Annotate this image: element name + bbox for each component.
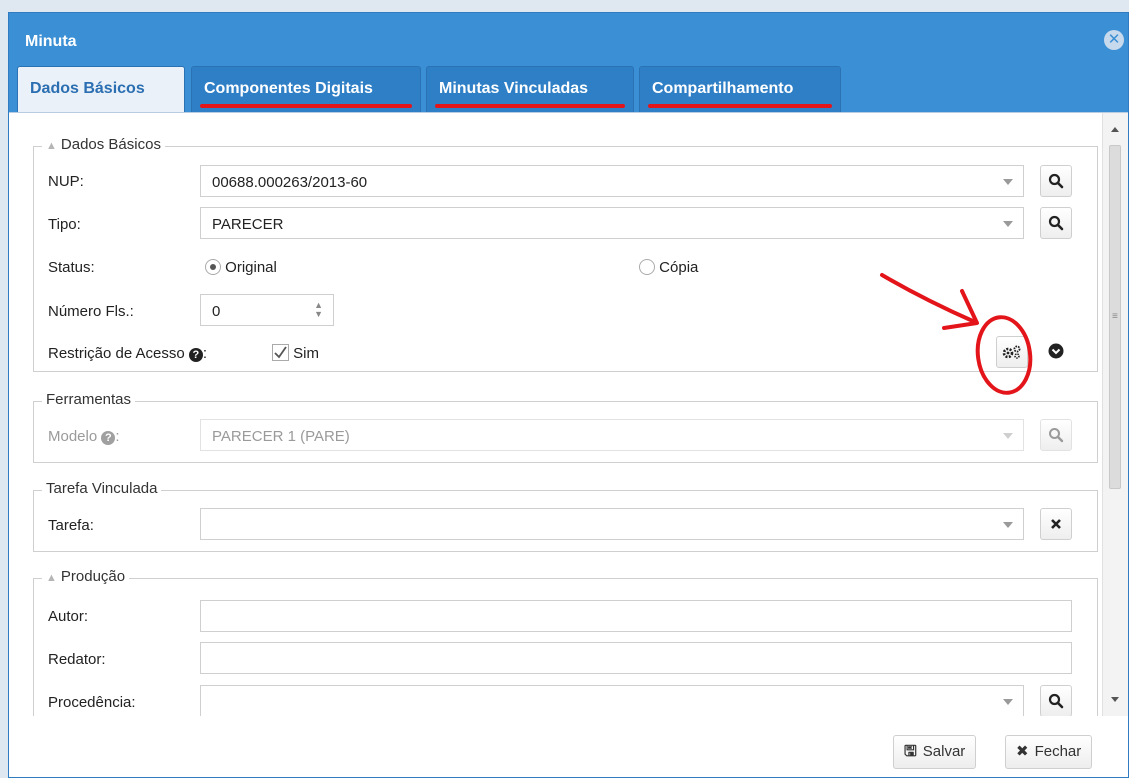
chevron-down-icon[interactable] xyxy=(1003,179,1013,185)
legend-text: Dados Básicos xyxy=(60,136,161,153)
search-icon xyxy=(1048,693,1064,709)
fieldset-producao: ▲ Produção Autor: Redator: Procedência: xyxy=(33,568,1098,716)
tab-label: Componentes Digitais xyxy=(204,80,373,97)
tab-minutas-vinculadas[interactable]: Minutas Vinculadas xyxy=(426,66,634,112)
save-label: Salvar xyxy=(922,743,966,760)
annotation-underline xyxy=(435,104,625,108)
scroll-up-arrow-icon[interactable] xyxy=(1111,127,1119,132)
modelo-value: PARECER 1 (PARE) xyxy=(212,428,350,445)
save-button[interactable]: 🖫 Salvar xyxy=(893,735,977,769)
gears-icon xyxy=(1002,345,1021,359)
tarefa-combobox[interactable] xyxy=(200,508,1024,540)
redator-label: Redator: xyxy=(48,651,106,668)
nup-value: 00688.000263/2013-60 xyxy=(212,174,368,191)
tab-componentes-digitais[interactable]: Componentes Digitais xyxy=(191,66,421,112)
nup-label: NUP: xyxy=(48,173,84,190)
checkmark-icon[interactable] xyxy=(272,344,289,361)
tab-label: Compartilhamento xyxy=(652,80,794,97)
dialog-footer: 🖫 Salvar ✖ Fechar xyxy=(9,716,1128,777)
radio-icon[interactable] xyxy=(205,259,221,275)
fieldset-legend: Ferramentas xyxy=(42,391,136,408)
tab-compartilhamento[interactable]: Compartilhamento xyxy=(639,66,841,112)
tipo-label: Tipo: xyxy=(48,216,81,233)
close-icon[interactable]: ✕ xyxy=(1104,30,1124,50)
tipo-combobox[interactable]: PARECER xyxy=(200,207,1024,239)
fieldset-legend[interactable]: ▲ Produção xyxy=(42,568,130,585)
modelo-label: Modelo ?: xyxy=(48,428,120,445)
form-panel: ▲ Dados Básicos NUP: 00688.000263/2013-60… xyxy=(9,112,1128,777)
tarefa-clear-button[interactable] xyxy=(1040,508,1072,540)
scroll-down-arrow-icon[interactable] xyxy=(1111,697,1119,702)
window-titlebar: Minuta ✕ xyxy=(9,13,1128,61)
search-icon xyxy=(1048,215,1064,231)
redator-input[interactable] xyxy=(200,642,1072,674)
fieldset-legend: Tarefa Vinculada xyxy=(42,480,162,497)
procedencia-combobox[interactable] xyxy=(200,685,1024,716)
procedencia-search-button[interactable] xyxy=(1040,685,1072,716)
checkbox-label: Sim xyxy=(293,345,320,362)
collapse-triangle-icon[interactable]: ▲ xyxy=(46,140,57,152)
chevron-down-circle-icon xyxy=(1048,343,1064,359)
legend-text: Produção xyxy=(60,568,126,585)
x-icon xyxy=(1051,519,1061,529)
modelo-combobox[interactable]: PARECER 1 (PARE) xyxy=(200,419,1024,451)
fieldset-dados-basicos: ▲ Dados Básicos NUP: 00688.000263/2013-60… xyxy=(33,136,1098,372)
numero-fls-label: Número Fls.: xyxy=(48,303,134,320)
tab-bar: Dados Básicos Componentes Digitais Minut… xyxy=(9,66,1128,112)
grip-icon: ≡ xyxy=(1112,311,1118,322)
x-icon: ✖ xyxy=(1016,743,1029,760)
autor-label: Autor: xyxy=(48,608,89,625)
restricao-checkbox[interactable]: Sim xyxy=(272,344,319,362)
access-settings-button[interactable] xyxy=(996,336,1028,368)
radio-label: Original xyxy=(225,259,277,276)
numero-fls-stepper[interactable]: 0 ▲ ▼ xyxy=(200,294,334,326)
expand-button[interactable] xyxy=(1040,336,1072,368)
modelo-search-button[interactable] xyxy=(1040,419,1072,451)
nup-combobox[interactable]: 00688.000263/2013-60 xyxy=(200,165,1024,197)
window-title: Minuta xyxy=(25,33,77,50)
chevron-down-icon[interactable] xyxy=(1003,699,1013,705)
label-suffix: : xyxy=(115,428,120,445)
tipo-value: PARECER xyxy=(212,216,284,233)
modelo-label-text: Modelo xyxy=(48,428,98,445)
annotation-underline xyxy=(200,104,412,108)
fieldset-tarefa-vinculada: Tarefa Vinculada Tarefa: xyxy=(33,480,1098,552)
tab-label: Minutas Vinculadas xyxy=(439,80,589,97)
restricao-label: Restrição de Acesso ?: xyxy=(48,345,207,362)
chevron-down-icon[interactable] xyxy=(1003,433,1013,439)
save-icon: 🖫 xyxy=(904,743,917,760)
tab-label: Dados Básicos xyxy=(30,80,145,97)
search-icon xyxy=(1048,173,1064,189)
collapse-triangle-icon[interactable]: ▲ xyxy=(46,572,57,584)
chevron-down-icon[interactable] xyxy=(1003,522,1013,528)
status-label: Status: xyxy=(48,259,95,276)
status-original-radio[interactable]: Original xyxy=(205,259,277,276)
label-suffix: : xyxy=(202,345,208,362)
autor-input[interactable] xyxy=(200,600,1072,632)
help-icon: ? xyxy=(101,431,116,445)
help-icon[interactable]: ? xyxy=(188,348,203,362)
fieldset-legend[interactable]: ▲ Dados Básicos xyxy=(42,136,165,153)
tab-dados-basicos[interactable]: Dados Básicos xyxy=(17,66,185,112)
fieldset-ferramentas: Ferramentas Modelo ?: PARECER 1 (PARE) xyxy=(33,391,1098,463)
nup-search-button[interactable] xyxy=(1040,165,1072,197)
procedencia-label: Procedência: xyxy=(48,694,136,711)
tarefa-label: Tarefa: xyxy=(48,517,94,534)
tipo-search-button[interactable] xyxy=(1040,207,1072,239)
radio-label: Cópia xyxy=(659,259,699,276)
form-scroll-area: ▲ Dados Básicos NUP: 00688.000263/2013-60… xyxy=(9,113,1102,716)
numero-fls-value: 0 xyxy=(212,303,221,320)
close-label: Fechar xyxy=(1034,743,1082,760)
radio-icon[interactable] xyxy=(639,259,655,275)
annotation-underline xyxy=(648,104,832,108)
minuta-window: Minuta ✕ Dados Básicos Componentes Digit… xyxy=(8,12,1129,778)
chevron-down-icon[interactable] xyxy=(1003,221,1013,227)
close-button[interactable]: ✖ Fechar xyxy=(1005,735,1093,769)
spinner-arrows-icon[interactable]: ▲ ▼ xyxy=(314,301,323,319)
scrollbar-thumb[interactable]: ≡ xyxy=(1109,145,1121,489)
status-copia-radio[interactable]: Cópia xyxy=(639,259,698,276)
restricao-label-text: Restrição de Acesso xyxy=(48,345,185,362)
search-icon xyxy=(1049,428,1064,443)
vertical-scrollbar[interactable]: ≡ xyxy=(1102,113,1128,716)
